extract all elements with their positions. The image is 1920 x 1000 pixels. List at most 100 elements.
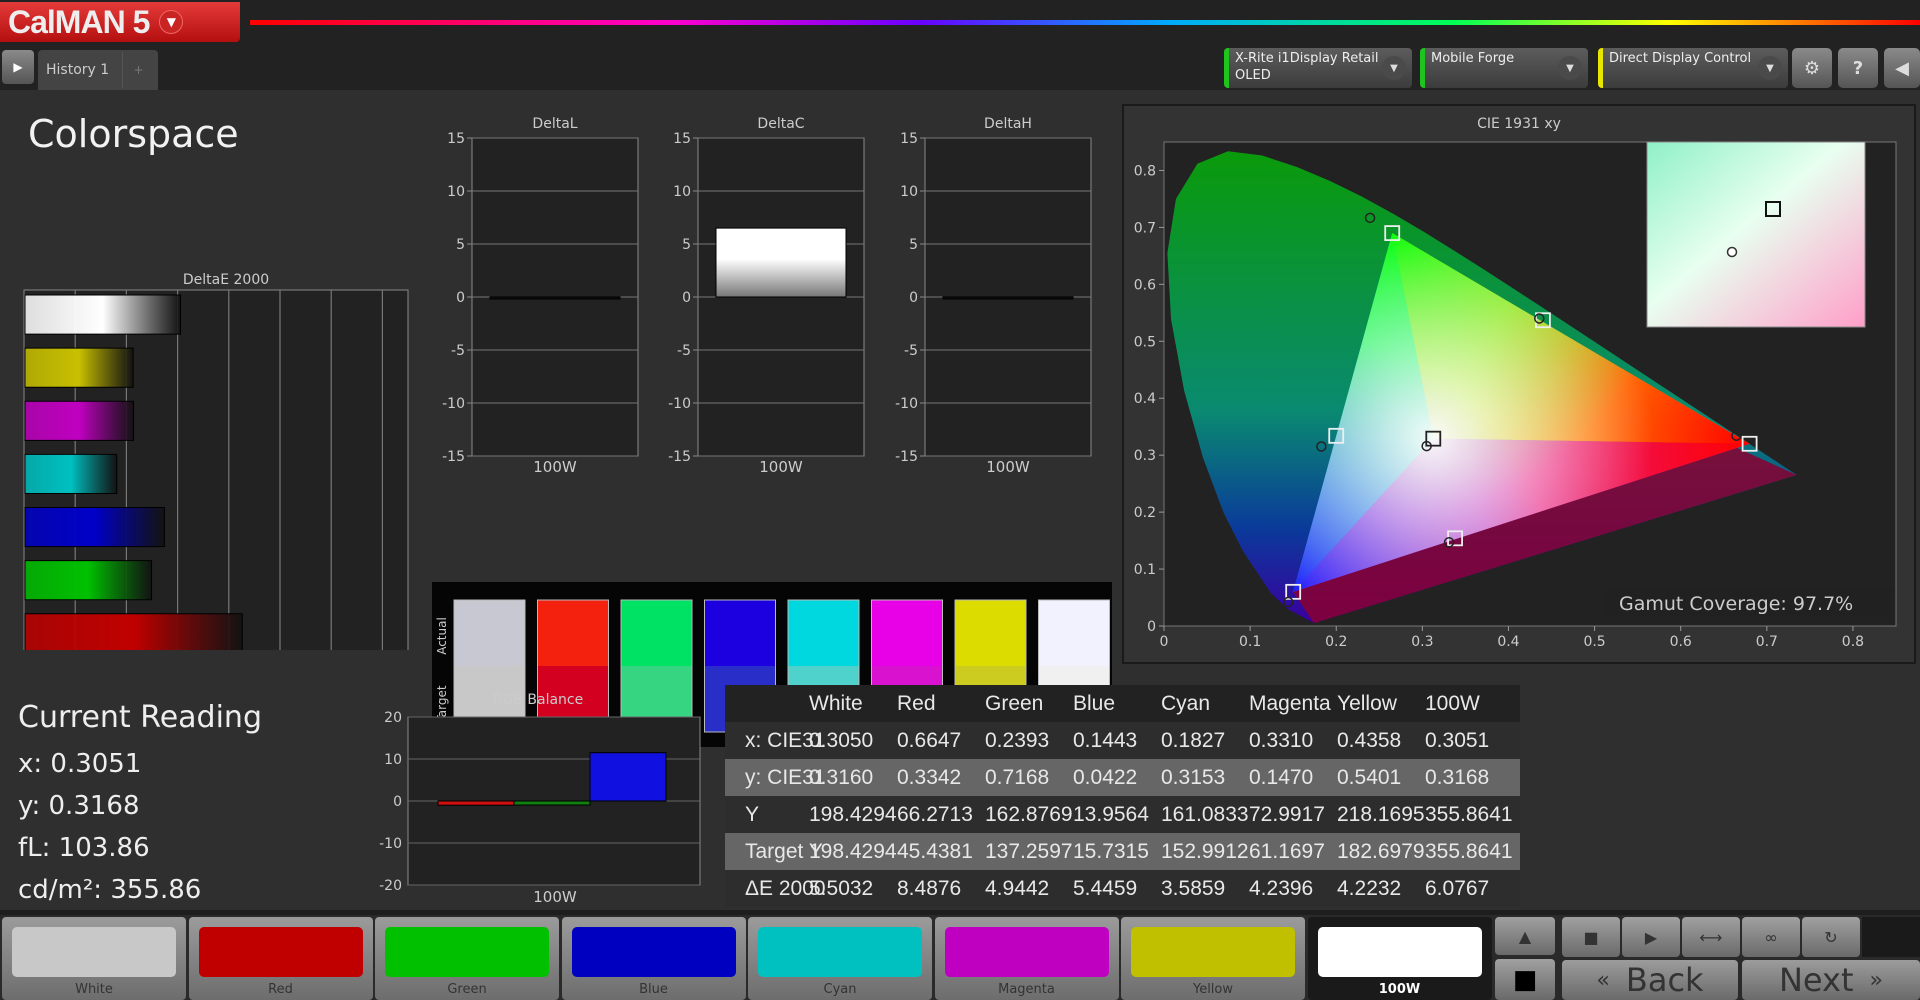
y-tick-label: 0.6 (1134, 277, 1156, 293)
table-cell: 162.8769 (985, 802, 1073, 826)
patch-button-red[interactable]: Red (188, 917, 373, 1000)
patch-button-green[interactable]: Green (375, 917, 559, 1000)
table-cell: 72.9917 (1249, 802, 1325, 826)
y-tick-label: -5 (451, 343, 465, 359)
history-toggle-button[interactable]: ▶ (2, 50, 34, 84)
table-cell: 0.1443 (1073, 728, 1138, 752)
y-tick-label: 15 (673, 131, 691, 147)
bar-100w (715, 227, 847, 298)
column-header: White (809, 691, 863, 715)
patch-color (198, 927, 363, 977)
swatch-actual-green (621, 600, 692, 666)
x-tick-label: 100W (986, 458, 1030, 476)
patch-color (758, 927, 922, 977)
y-tick-label: 0 (682, 290, 691, 306)
stop-button[interactable]: ■ (1562, 917, 1620, 957)
patch-button-white[interactable]: White (2, 917, 186, 1000)
patch-label: Blue (639, 982, 668, 997)
y-tick-label: 0 (909, 290, 918, 306)
column-header: Cyan (1161, 691, 1211, 715)
swatch-actual-blue (704, 600, 776, 666)
x-tick-label: 100W (533, 888, 577, 906)
plus-icon: + (133, 63, 144, 77)
swatch-actual-white (454, 600, 525, 666)
patch-button-yellow[interactable]: Yellow (1121, 917, 1305, 1000)
table-cell: 5.4459 (1073, 876, 1138, 900)
y-tick-label: -5 (904, 343, 918, 359)
meter-selector[interactable]: X-Rite i1Display Retail OLED ▼ (1224, 48, 1412, 88)
patch-color (571, 927, 736, 977)
stop-icon: ■ (1583, 927, 1599, 947)
column-header: Blue (1073, 691, 1116, 715)
x-tick-label: 100W (533, 458, 577, 476)
measure-button[interactable]: ▶ (1622, 917, 1680, 957)
refresh-icon: ↻ (1824, 927, 1838, 947)
y-tick-label: 0.5 (1134, 334, 1156, 350)
table-cell: 4.2232 (1337, 876, 1402, 900)
patch-label: Green (447, 982, 487, 997)
swatch-actual-yellow (955, 600, 1026, 666)
table-cell: 61.1697 (1249, 839, 1325, 863)
column-header: Green (985, 691, 1044, 715)
patch-button-100w[interactable]: 100W (1307, 917, 1492, 1000)
help-button[interactable]: ? (1838, 48, 1878, 88)
table-cell: 8.4876 (897, 876, 962, 900)
table-cell: 3.5859 (1161, 876, 1226, 900)
bar-cyan (24, 453, 118, 494)
x-tick-label: 0.5 (1583, 634, 1605, 650)
table-cell: 45.4381 (897, 839, 973, 863)
back-button[interactable]: « Back (1562, 960, 1738, 1000)
pattern-toggle-button[interactable]: ■ (1495, 959, 1555, 1000)
patch-button-cyan[interactable]: Cyan (748, 917, 932, 1000)
y-tick-label: 0.1 (1134, 562, 1156, 578)
y-tick-label: -5 (677, 343, 691, 359)
table-cell: 0.3342 (897, 765, 962, 789)
add-tab-button[interactable]: + (122, 52, 154, 88)
x-tick-label: 0.1 (1239, 634, 1261, 650)
swatch-actual-magenta (871, 600, 943, 666)
row-label: x: CIE31 (745, 728, 826, 752)
table-cell: 0.0422 (1073, 765, 1138, 789)
scroll-up-button[interactable]: ▲ (1495, 917, 1555, 955)
device-name: Direct Display Control (1609, 51, 1752, 66)
y-tick-label: 0 (393, 794, 402, 810)
app-menu-button[interactable]: CalMAN 5 ▼ (0, 2, 240, 42)
y-tick-label: -15 (895, 449, 918, 465)
bar-green (24, 560, 153, 601)
x-tick-label: 0.3 (1411, 634, 1433, 650)
y-tick-label: -20 (379, 878, 402, 894)
read-series-button[interactable]: ⟷ (1682, 917, 1740, 957)
patch-button-blue[interactable]: Blue (561, 917, 746, 1000)
bar-100w (24, 294, 182, 335)
y-tick-label: -10 (668, 396, 691, 412)
table-cell: 0.3310 (1249, 728, 1314, 752)
reading-y: y: 0.3168 (18, 791, 140, 821)
y-tick-label: 0.8 (1134, 163, 1156, 179)
table-cell: 198.4294 (809, 839, 897, 863)
patch-button-magenta[interactable]: Magenta (934, 917, 1119, 1000)
refresh-button[interactable]: ↻ (1802, 917, 1860, 957)
bar-yellow (24, 347, 134, 388)
y-tick-label: 10 (900, 184, 918, 200)
pattern-source-selector[interactable]: Mobile Forge ▼ (1420, 48, 1588, 88)
table-cell: 0.1827 (1161, 728, 1226, 752)
swatch-actual-cyan (788, 600, 859, 666)
table-cell: 0.6647 (897, 728, 962, 752)
collapse-button[interactable]: ◀ (1884, 48, 1920, 88)
row-label: ΔE 2000 (745, 876, 826, 900)
bracket-icon: ⟷ (1699, 927, 1723, 947)
tab-label: History 1 (46, 62, 110, 78)
chart-title: DeltaC (757, 116, 804, 132)
x-tick-label: 0.2 (1325, 634, 1347, 650)
rgb-balance-chart: RGB Balance 20 10 0 -10 -20 100W (379, 692, 701, 906)
bar-red (437, 800, 515, 806)
continuous-button[interactable]: ∞ (1742, 917, 1800, 957)
y-tick-label: 0 (1147, 619, 1156, 635)
cie-1931-panel: CIE 1931 xy 0 0.1 0.2 0.3 0.4 0.5 0.6 0.7 0.8 0 0.1… (1122, 104, 1916, 664)
x-tick-label: 0.6 (1670, 634, 1692, 650)
y-tick-label: 0.7 (1134, 220, 1156, 236)
settings-button[interactable]: ⚙ (1792, 48, 1832, 88)
table-cell: 137.2597 (985, 839, 1073, 863)
display-control-selector[interactable]: Direct Display Control ▼ (1598, 48, 1788, 88)
next-button[interactable]: Next » (1742, 960, 1920, 1000)
